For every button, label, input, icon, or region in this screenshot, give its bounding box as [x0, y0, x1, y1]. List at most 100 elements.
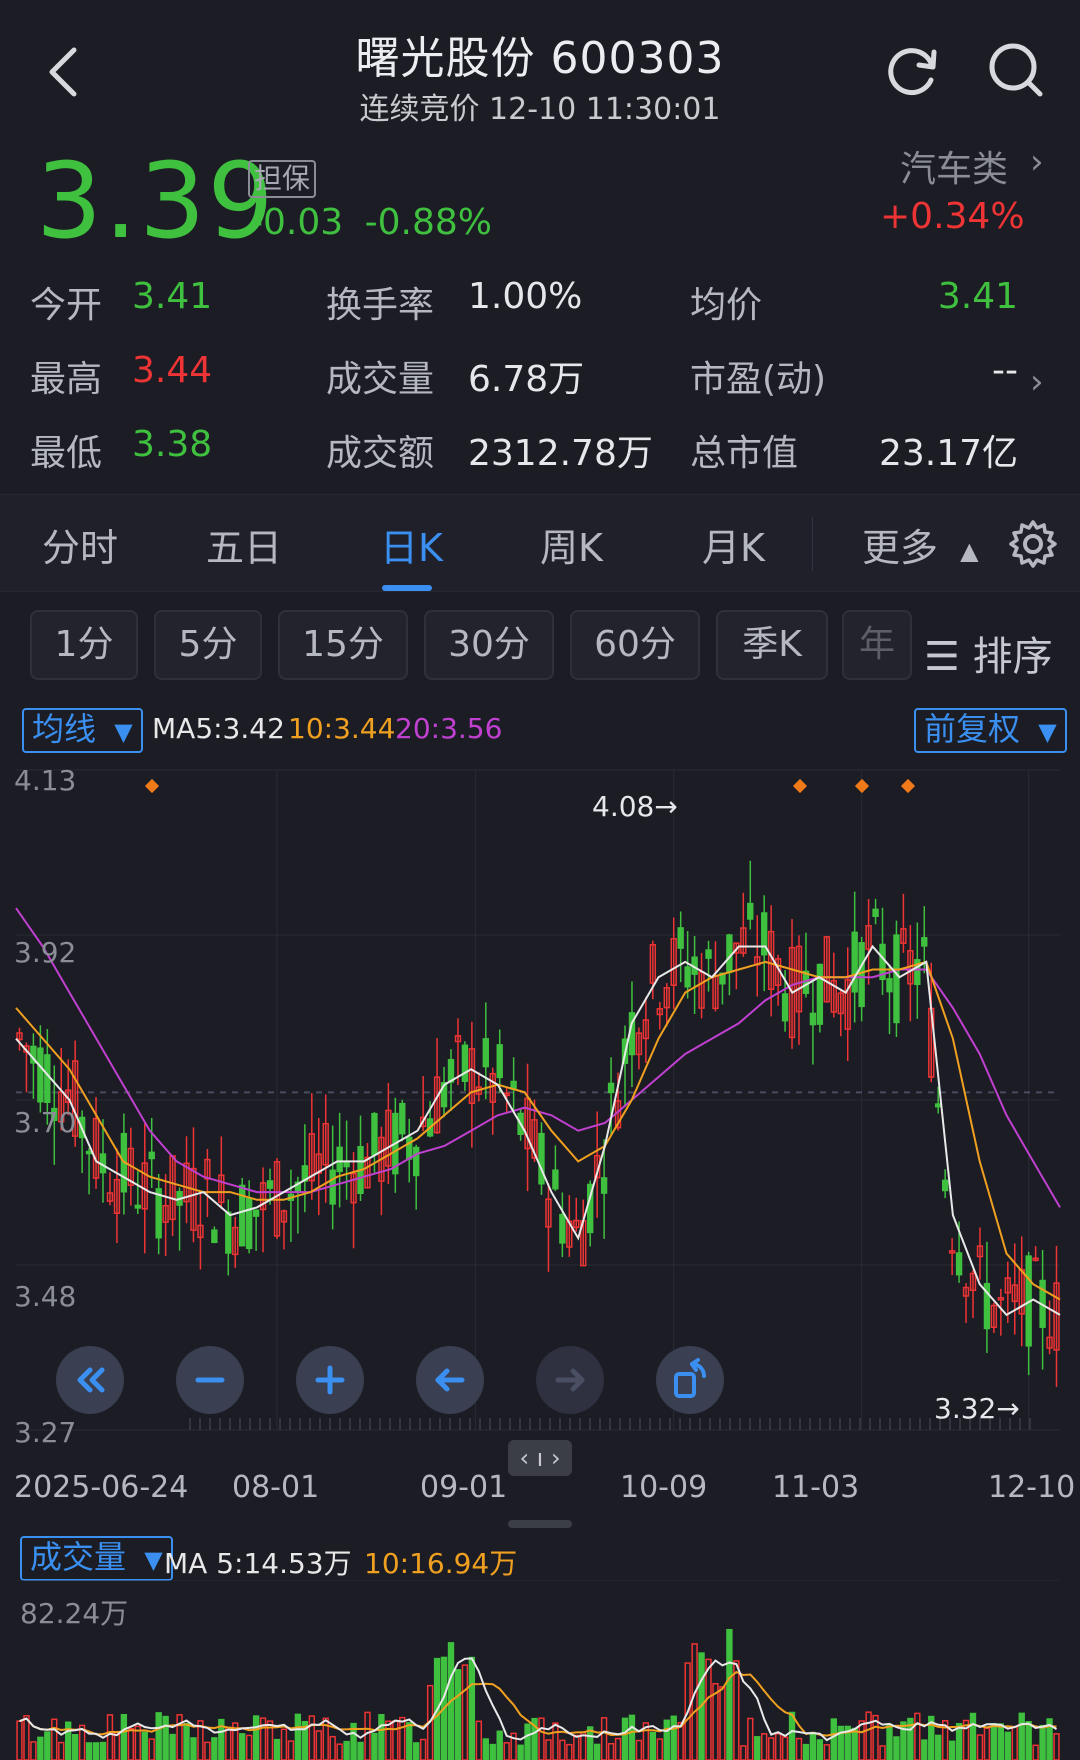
candle-body [371, 1112, 378, 1156]
period-30min[interactable]: 30分 [424, 610, 554, 680]
tab-intraday[interactable]: 分时 [42, 517, 118, 572]
volume-bar: 成交量 ▼ MA 5:14.53万 10:16.94万 [0, 1536, 1080, 1581]
period-1min[interactable]: 1分 [30, 610, 138, 680]
volume-bar [406, 1722, 413, 1760]
refresh-button[interactable] [884, 42, 942, 100]
rotate-button[interactable] [656, 1346, 724, 1414]
volume-bar [169, 1733, 176, 1760]
volume-bar [294, 1713, 302, 1760]
candle-body [461, 1044, 469, 1082]
volume-bar [155, 1712, 162, 1760]
volume-bar [663, 1719, 670, 1760]
chart-tabs: 分时 五日 日K 周K 月K 更多 ▲ [0, 494, 1080, 592]
event-marker [854, 778, 870, 794]
tab-weekly-k[interactable]: 周K [540, 517, 603, 572]
period-60min[interactable]: 60分 [570, 610, 700, 680]
settings-button[interactable] [1008, 519, 1058, 573]
volume-bar [225, 1726, 232, 1760]
candle-body [211, 1229, 218, 1244]
volume-bar [816, 1739, 824, 1760]
chevron-right-icon[interactable]: › [1030, 142, 1044, 182]
zoom-out-button[interactable] [176, 1346, 244, 1414]
volume-bar [183, 1722, 190, 1760]
volume-label: 成交量 [326, 359, 435, 400]
search-button[interactable] [986, 40, 1046, 100]
header: 曙光股份 600303 连续竞价 12-10 11:30:01 [0, 0, 1080, 150]
ma-selector[interactable]: 均线 ▼ [22, 708, 143, 753]
volume-bar [823, 1744, 831, 1760]
fast-back-button[interactable] [56, 1346, 124, 1414]
period-year-k[interactable]: 年 [842, 610, 912, 680]
volume-bar [559, 1739, 566, 1760]
candle-body [155, 1188, 162, 1239]
volume-bar [71, 1733, 79, 1760]
turnover-value: 1.00% [468, 276, 583, 317]
open-label: 今开 [30, 285, 103, 326]
tab-more[interactable]: 更多 ▲ [862, 517, 979, 572]
volume-bar [1004, 1731, 1011, 1760]
period-quarter-k[interactable]: 季K [716, 610, 828, 680]
arrow-right-icon [555, 1368, 585, 1392]
chart-drag-handle[interactable]: ‹ ı › [508, 1440, 572, 1476]
turnover-label: 换手率 [326, 285, 435, 326]
candle-body [893, 934, 900, 1024]
volume-bar [593, 1743, 601, 1760]
volume-bar [92, 1742, 100, 1760]
volume-bar [747, 1717, 754, 1760]
pane-resize-handle[interactable] [508, 1520, 572, 1528]
volume-bar [767, 1737, 775, 1760]
sort-button[interactable]: ☰ 排序 [924, 624, 1053, 682]
candle-body [747, 902, 754, 920]
volume-bar [921, 1739, 928, 1760]
x-tick-label: 09-01 [420, 1470, 508, 1505]
volume-bar [468, 1656, 476, 1760]
mktcap-label: 总市值 [690, 433, 799, 474]
adjust-selector[interactable]: 前复权 ▼ [914, 708, 1067, 753]
volume-bar [343, 1740, 350, 1760]
volume-selector[interactable]: 成交量 ▼ [20, 1536, 173, 1581]
volume-bar [781, 1736, 789, 1760]
tab-monthly-k[interactable]: 月K [702, 517, 765, 572]
volume-value: 6.78万 [468, 359, 585, 400]
volume-bar [113, 1731, 121, 1760]
volume-bar [385, 1720, 392, 1760]
candle-body [266, 1180, 274, 1189]
volume-bar [211, 1737, 218, 1760]
volume-bar [552, 1722, 559, 1760]
period-bar: 1分 5分 15分 30分 60分 季K 年 ☰ 排序 [0, 594, 1080, 696]
tab-daily-k[interactable]: 日K [380, 517, 443, 572]
high-value: 3.44 [132, 350, 213, 391]
triangle-down-icon: ▼ [114, 718, 133, 746]
ma10-line [15, 960, 1061, 1301]
candle-body [406, 1136, 413, 1160]
margin-badge: 担保 [248, 160, 317, 198]
kline-chart[interactable] [0, 760, 1080, 1440]
event-marker [144, 778, 160, 794]
candle-body [941, 1179, 949, 1192]
ma-selector-label: 均线 [32, 710, 97, 748]
chevron-right-icon[interactable]: › [1030, 362, 1044, 402]
volume-chart[interactable] [0, 1580, 1080, 1760]
candle-body [726, 934, 733, 974]
candle-body [447, 1058, 455, 1083]
period-15min[interactable]: 15分 [278, 610, 408, 680]
tab-five-day[interactable]: 五日 [206, 517, 282, 572]
volume-bar [280, 1728, 288, 1760]
sector-link[interactable]: 汽车类 [900, 140, 1008, 192]
volume-bar [378, 1714, 385, 1760]
volume-bar [788, 1711, 796, 1760]
change-percent: -0.88% [364, 202, 492, 243]
candle-body [245, 1198, 253, 1250]
zoom-in-button[interactable] [296, 1346, 364, 1414]
event-marker [792, 778, 808, 794]
pan-right-button[interactable] [536, 1346, 604, 1414]
vol-ma5-value: MA 5:14.53万 [164, 1547, 352, 1580]
amount-label: 成交额 [326, 433, 435, 474]
volume-bar [204, 1741, 211, 1760]
mktcap-value: 23.17亿 [878, 433, 1018, 474]
volume-bar [454, 1669, 462, 1760]
period-5min[interactable]: 5分 [154, 610, 262, 680]
pan-left-button[interactable] [416, 1346, 484, 1414]
low-label: 最低 [30, 433, 103, 474]
candle-body [872, 908, 879, 918]
